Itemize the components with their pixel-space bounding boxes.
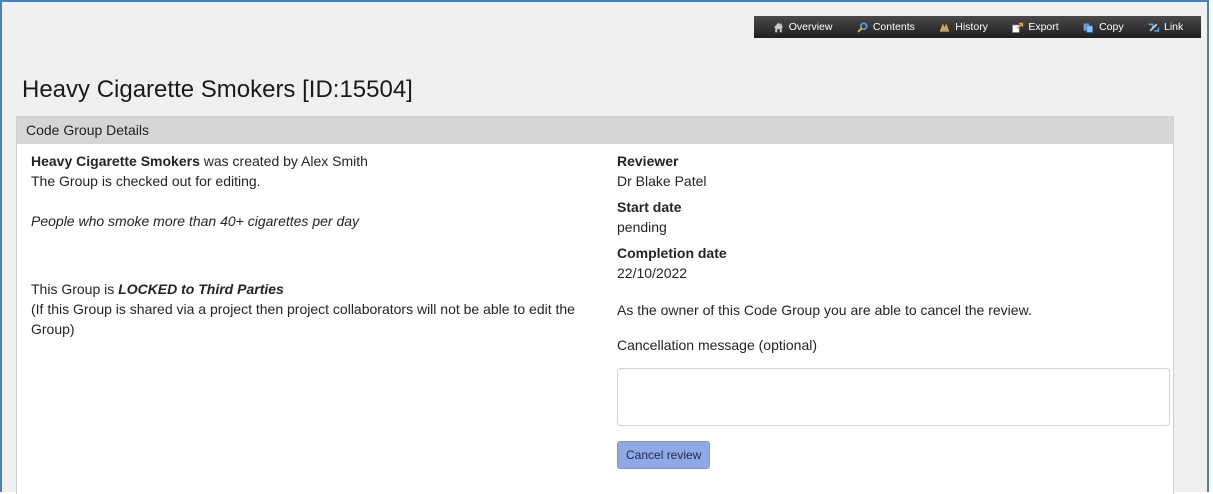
completion-date-value: 22/10/2022 <box>617 265 688 281</box>
completion-date-label: Completion date <box>617 245 727 261</box>
page-title: Heavy Cigarette Smokers [ID:15504] <box>22 76 413 103</box>
copy-icon <box>1083 22 1093 33</box>
reviewer-label: Reviewer <box>617 153 679 169</box>
cancellation-message-input[interactable] <box>617 368 1170 426</box>
reviewer-value: Dr Blake Patel <box>617 173 707 189</box>
toolbar-history[interactable]: History <box>938 21 988 34</box>
start-date-value: pending <box>617 219 667 235</box>
toolbar-overview-label: Overview <box>788 21 833 33</box>
lock-status-line: This Group is LOCKED to Third Parties <box>31 279 591 299</box>
toolbar-contents[interactable]: Contents <box>856 21 915 34</box>
toolbar-link[interactable]: Link <box>1147 21 1183 34</box>
lock-status: LOCKED to Third Parties <box>118 281 284 297</box>
toolbar-link-label: Link <box>1163 21 1184 33</box>
panel-header: Code Group Details <box>17 117 1173 144</box>
cancellation-message-label: Cancellation message (optional) <box>617 337 817 353</box>
created-by-text: was created by Alex Smith <box>199 153 368 169</box>
created-by-line: Heavy Cigarette Smokers was created by A… <box>31 151 591 171</box>
export-icon <box>1012 22 1024 33</box>
home-icon <box>773 22 784 32</box>
history-icon <box>939 22 950 32</box>
owner-message: As the owner of this Code Group you are … <box>617 302 1032 318</box>
toolbar-export[interactable]: Export <box>1011 21 1059 34</box>
app-frame: Overview Contents History Export Copy Li… <box>0 0 1209 494</box>
toolbar-history-label: History <box>955 21 988 33</box>
lock-note: (If this Group is shared via a project t… <box>31 301 575 337</box>
review-column: Reviewer Dr Blake Patel Start date pendi… <box>617 151 1172 469</box>
toolbar-contents-label: Contents <box>872 21 915 33</box>
toolbar-export-label: Export <box>1028 21 1059 33</box>
code-group-details-panel: Code Group Details Heavy Cigarette Smoke… <box>16 116 1174 494</box>
group-description: People who smoke more than 40+ cigarette… <box>31 213 360 229</box>
lock-prefix: This Group is <box>31 281 119 297</box>
toolbar-copy[interactable]: Copy <box>1082 21 1124 34</box>
toolbar-copy-label: Copy <box>1099 21 1124 33</box>
start-date-label: Start date <box>617 199 682 215</box>
group-info-column: Heavy Cigarette Smokers was created by A… <box>31 151 591 339</box>
group-name: Heavy Cigarette Smokers <box>31 153 200 169</box>
link-icon <box>1148 22 1160 32</box>
cancel-review-button[interactable]: Cancel review <box>617 441 711 469</box>
top-toolbar: Overview Contents History Export Copy Li… <box>754 16 1201 38</box>
checked-out-text: The Group is checked out for editing. <box>31 173 261 189</box>
search-icon <box>857 22 868 33</box>
toolbar-overview[interactable]: Overview <box>772 21 833 34</box>
